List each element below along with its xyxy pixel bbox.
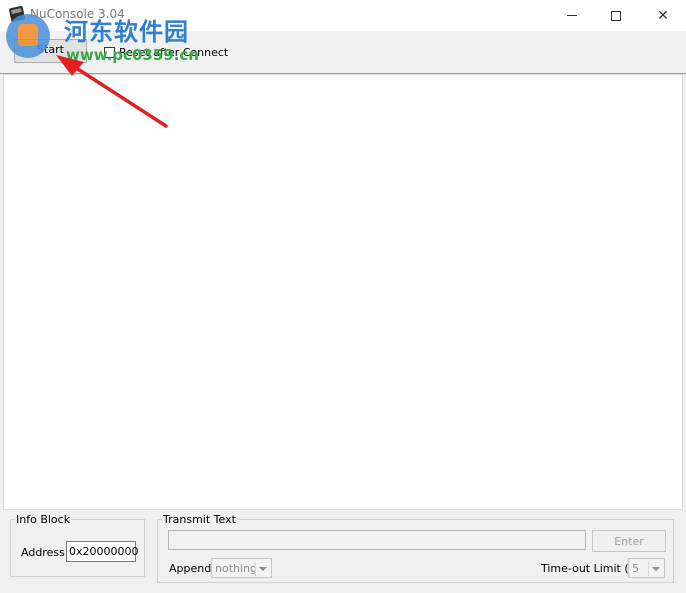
annotation-arrow-icon xyxy=(56,55,168,128)
app-window: NuConsole 3.04 ✕ Start Reset after Conne… xyxy=(0,0,686,593)
